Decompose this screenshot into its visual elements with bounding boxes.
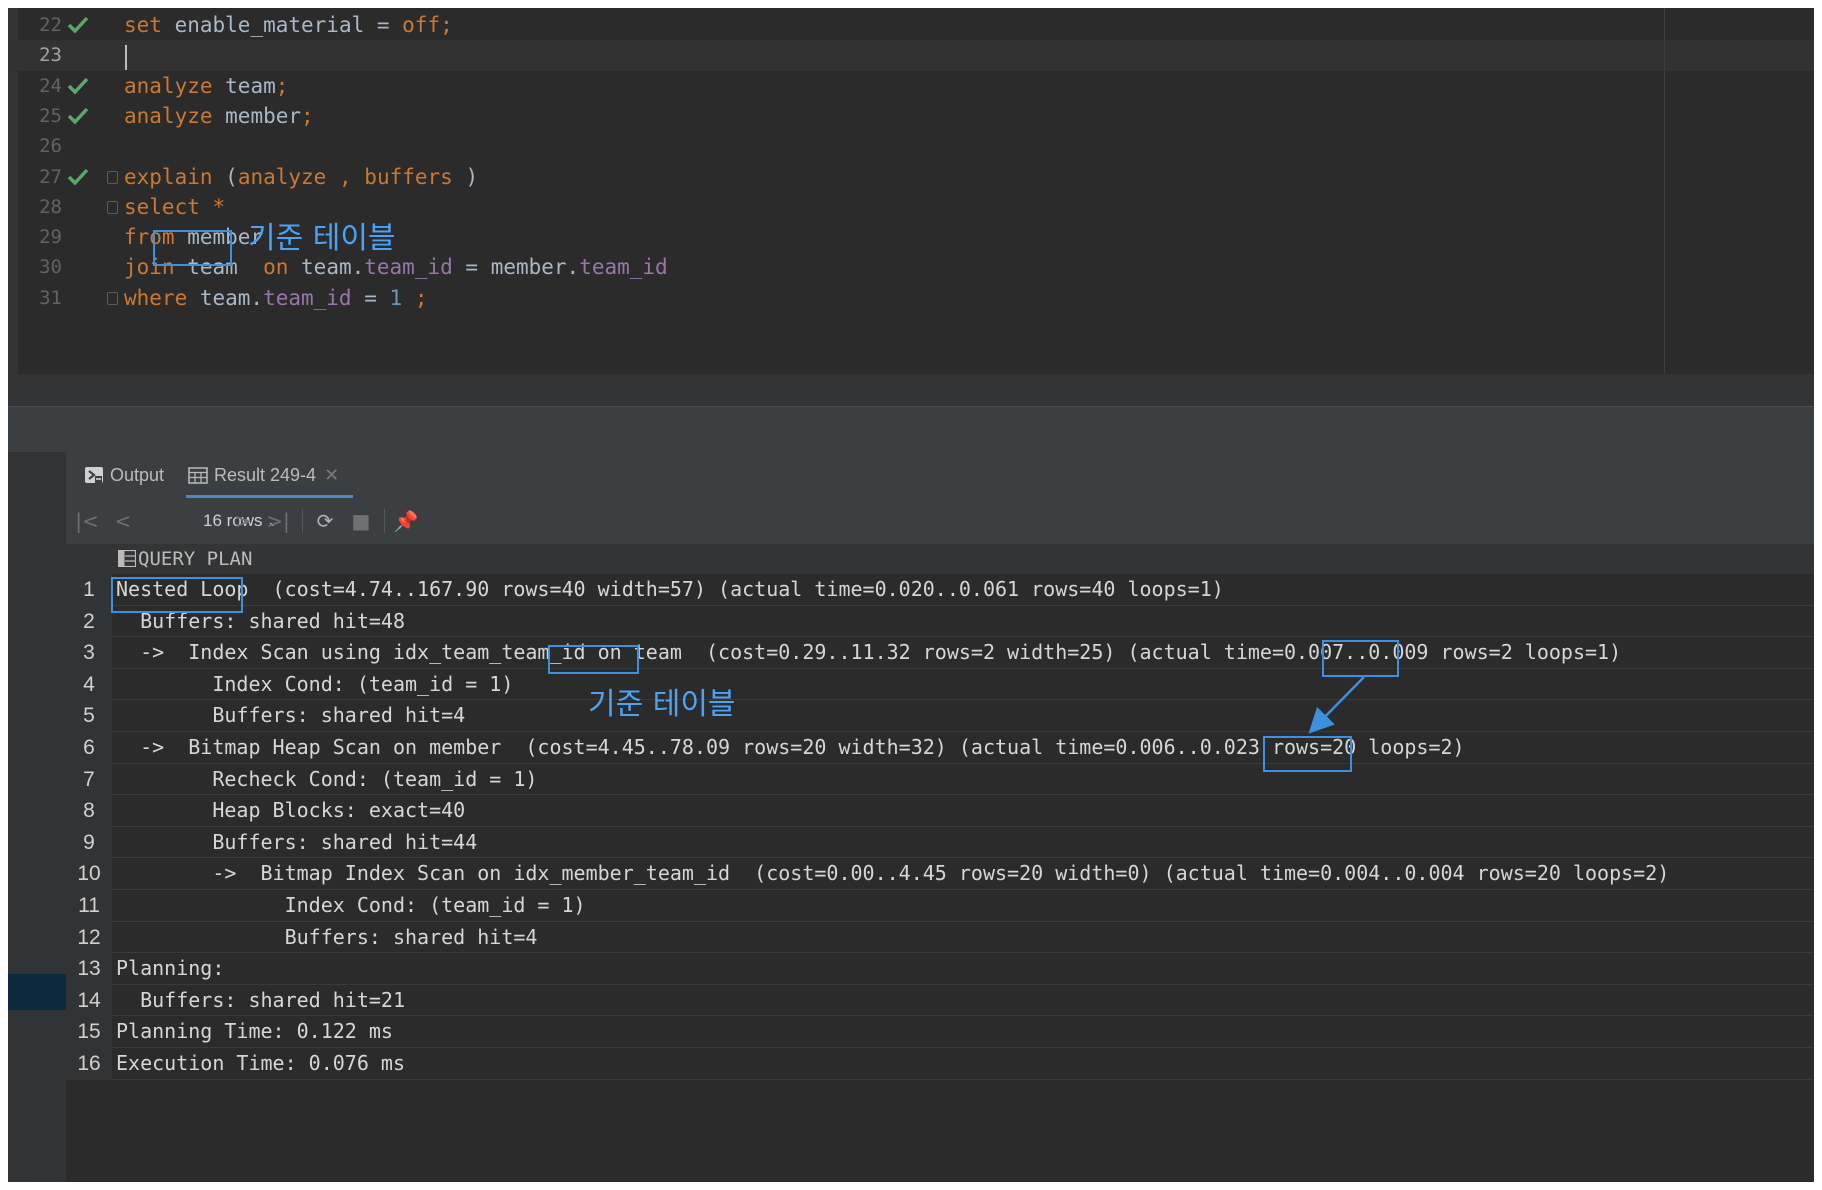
table-icon: [188, 467, 208, 484]
side-selection-marker: [8, 974, 66, 1010]
code-token: where: [124, 285, 188, 310]
code-token: analyze: [237, 164, 327, 189]
code-line[interactable]: 27 explain (analyze , buffers ): [8, 162, 1814, 192]
checkmark-icon: [67, 77, 89, 95]
code-token: enable_material =: [161, 13, 403, 37]
code-token: *: [212, 194, 226, 219]
code-text: explain (analyze , buffers ): [124, 162, 478, 192]
code-token: team_id: [263, 285, 352, 310]
code-token: ;: [301, 103, 314, 128]
query-plan-grid[interactable]: QUERY PLAN 1 Nested Loop (cost=4.74..167.…: [66, 544, 1814, 1182]
code-token: team.: [187, 285, 264, 310]
code-line[interactable]: 25 analyze member;: [8, 101, 1814, 131]
annotation-base-table-label: 기준 테이블: [248, 221, 396, 256]
code-line[interactable]: 31 where team.team_id = 1 ;: [8, 283, 1814, 313]
line-number: 24: [39, 74, 62, 97]
sql-editor[interactable]: 22 set enable_material = off; 23 24 analyze …: [8, 8, 1814, 406]
prev-page-icon[interactable]: <: [109, 498, 137, 544]
text-caret: [125, 45, 127, 71]
code-token: team: [212, 73, 276, 98]
first-page-icon[interactable]: |<: [73, 498, 101, 544]
code-token: ;: [275, 73, 289, 98]
checkmark-icon: [67, 107, 89, 125]
annotation-box-member: [153, 230, 232, 266]
panel-side-strip: [8, 452, 66, 1182]
code-token: = member.: [452, 255, 580, 280]
line-number: 29: [39, 226, 62, 249]
fold-marker-icon[interactable]: [107, 170, 118, 184]
code-token: team.: [288, 255, 365, 280]
line-number: 22: [39, 14, 62, 36]
code-token: ;: [414, 285, 428, 310]
code-token: 1: [389, 285, 403, 310]
annotation-arrow: [1308, 676, 1365, 734]
refresh-icon[interactable]: ⟳: [311, 498, 339, 544]
code-token: analyze: [124, 103, 213, 128]
code-token: team_id: [364, 255, 453, 280]
tab-output[interactable]: Output: [84, 452, 164, 498]
code-text: select *: [124, 192, 225, 222]
close-icon[interactable]: ✕: [324, 465, 339, 485]
toolbar-separator: [302, 509, 303, 533]
code-token: select: [124, 194, 200, 219]
code-token: on: [263, 255, 289, 280]
line-number: 27: [39, 165, 62, 188]
last-page-icon[interactable]: >|: [264, 498, 292, 544]
code-token: set: [124, 13, 162, 37]
result-tabs: Output Result 249-4 ✕: [66, 452, 1814, 499]
tab-result[interactable]: Result 249-4 ✕: [186, 452, 354, 498]
right-margin-guide: [1664, 8, 1665, 374]
line-number: 26: [39, 135, 62, 158]
line-number: 28: [39, 195, 62, 218]
code-text: set enable_material = off;: [124, 10, 453, 40]
line-number: 25: [39, 104, 62, 127]
code-token: analyze: [124, 73, 213, 98]
tab-result-label: Result 249-4: [214, 465, 317, 485]
ide-window: 22 set enable_material = off; 23 24 analyze …: [8, 8, 1814, 1182]
code-token: ,: [338, 164, 352, 189]
code-token: member: [212, 103, 302, 128]
code-text: analyze member;: [124, 101, 314, 131]
fold-marker-icon[interactable]: [107, 291, 118, 305]
toolbar-separator: [384, 509, 385, 533]
code-token: (: [212, 164, 238, 189]
tab-output-label: Output: [110, 465, 165, 485]
code-token: team_id: [579, 255, 668, 280]
checkmark-icon: [67, 168, 89, 186]
checkmark-icon: [67, 16, 89, 34]
code-text: analyze team;: [124, 71, 288, 101]
next-page-icon[interactable]: >: [229, 498, 257, 544]
result-toolbar: |< < 16 rows ⌄ > >| ⟳ ■ 📌: [66, 498, 1814, 544]
line-number: 30: [39, 256, 62, 279]
code-line[interactable]: 23: [8, 40, 1814, 71]
editor-bottom-area: [8, 374, 1814, 406]
pin-icon[interactable]: 📌: [392, 498, 420, 544]
line-number: 23: [39, 44, 62, 67]
code-line[interactable]: 22 set enable_material = off;: [8, 10, 1814, 40]
code-token: off;: [402, 13, 453, 37]
console-icon: [85, 467, 103, 483]
code-line[interactable]: 24 analyze team;: [8, 71, 1814, 101]
code-token: =: [351, 285, 390, 310]
code-token: buffers: [364, 164, 453, 189]
code-line[interactable]: 26: [8, 131, 1814, 161]
results-panel: Output Result 249-4 ✕ |< < 16 rows ⌄ > >|…: [8, 452, 1814, 1182]
code-text: where team.team_id = 1 ;: [124, 283, 428, 313]
code-token: explain: [124, 164, 213, 189]
code-token: ): [452, 164, 479, 189]
line-number: 31: [39, 286, 62, 309]
fold-marker-icon[interactable]: [107, 200, 118, 214]
panel-splitter[interactable]: [8, 406, 1814, 453]
stop-icon[interactable]: ■: [347, 498, 375, 544]
